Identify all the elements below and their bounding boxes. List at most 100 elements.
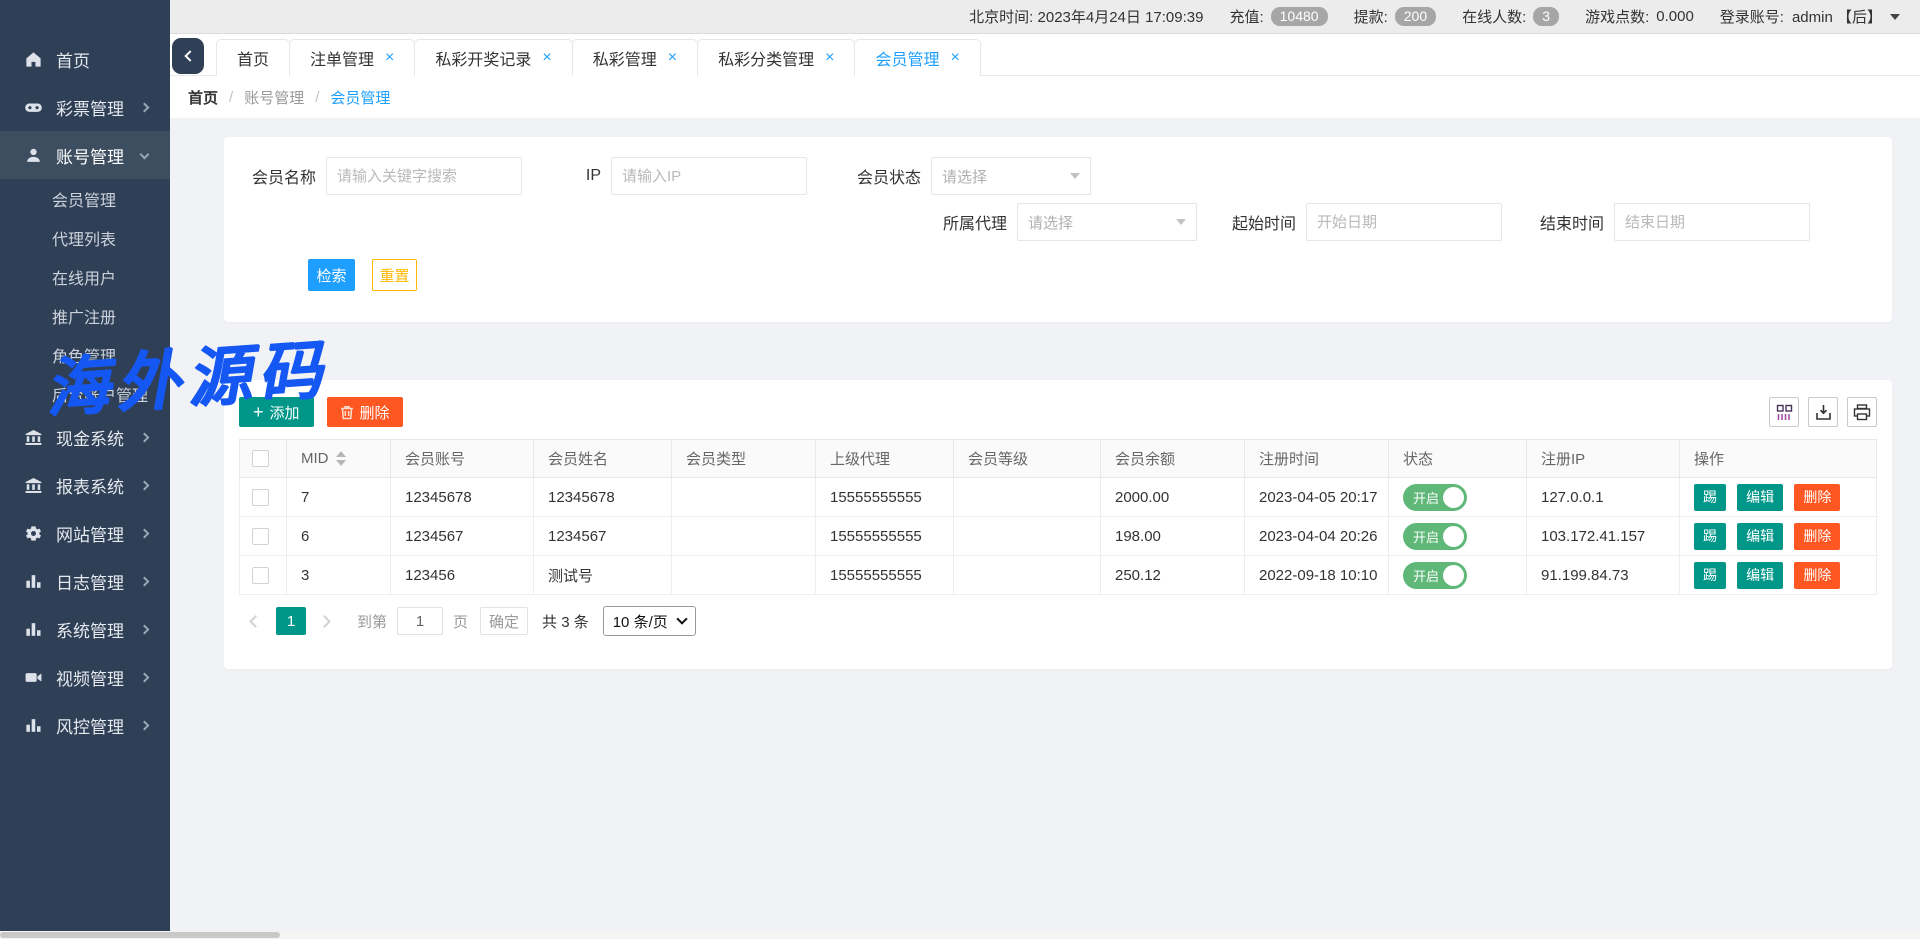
login-account-value: admin 【后】 [1792,6,1882,27]
tab-members[interactable]: 会员管理× [854,39,980,76]
row-checkbox[interactable] [252,489,269,506]
table-row: 3 123456 测试号 15555555555 250.12 2022-09-… [240,556,1877,595]
sidebar-item-video-admin[interactable]: 视频管理 [0,653,170,701]
edit-button[interactable]: 编辑 [1737,484,1783,511]
prev-page-button[interactable] [248,614,262,628]
goto-confirm-button[interactable]: 确定 [480,607,528,635]
sidebar-item-members[interactable]: 会员管理 [0,179,170,218]
scrollbar-thumb[interactable] [0,932,280,938]
sidebar-item-report-system[interactable]: 报表系统 [0,461,170,509]
delete-row-button[interactable]: 删除 [1794,523,1840,550]
sidebar-item-label: 现金系统 [56,425,124,450]
sidebar-item-lottery[interactable]: 彩票管理 [0,83,170,131]
filter-columns-button[interactable] [1769,397,1799,427]
sidebar-item-system-admin[interactable]: 系统管理 [0,605,170,653]
table-header-row: MID 会员账号 会员姓名 会员类型 上级代理 会员等级 会员余额 注册时间 状… [240,440,1877,478]
member-status-select[interactable]: 请选择 [931,157,1091,195]
sidebar-item-backend-accounts[interactable]: 后台账户管理 [0,374,170,413]
user-icon [24,146,43,165]
select-all-checkbox[interactable] [252,450,269,467]
ip-input[interactable] [611,157,807,195]
cell-account: 123456 [391,556,534,595]
status-toggle[interactable]: 开启 [1403,484,1467,511]
start-time-label: 起始时间 [1224,210,1296,234]
end-date-input[interactable] [1614,203,1810,241]
row-checkbox[interactable] [252,528,269,545]
sidebar-item-log-admin[interactable]: 日志管理 [0,557,170,605]
member-name-input[interactable] [326,157,522,195]
sidebar-collapse-button[interactable] [172,38,204,74]
tab-lottery-draw-records[interactable]: 私彩开奖记录× [414,39,572,76]
cell-mid: 3 [287,556,391,595]
search-button[interactable]: 检索 [308,259,355,291]
edit-button[interactable]: 编辑 [1737,523,1783,550]
kick-button[interactable]: 踢 [1694,523,1726,550]
stat-withdraw: 提款: 200 [1354,6,1437,27]
goto-page-input[interactable] [397,607,443,635]
toggle-knob [1443,526,1464,547]
breadcrumb-accounts[interactable]: 账号管理 [244,87,304,108]
cell-balance: 198.00 [1101,517,1245,556]
cell-account: 1234567 [391,517,534,556]
col-agent: 上级代理 [816,440,954,478]
next-page-button[interactable] [320,614,334,628]
kick-button[interactable]: 踢 [1694,484,1726,511]
close-icon[interactable]: × [825,49,834,67]
row-checkbox[interactable] [252,567,269,584]
reset-button[interactable]: 重置 [372,259,417,291]
cell-regip: 127.0.0.1 [1527,478,1680,517]
tab-bet-orders[interactable]: 注单管理× [289,39,415,76]
start-date-input[interactable] [1306,203,1502,241]
sidebar-item-label: 风控管理 [56,713,124,738]
status-toggle[interactable]: 开启 [1403,523,1467,550]
sidebar-item-cash-system[interactable]: 现金系统 [0,413,170,461]
delete-selected-button[interactable]: 删除 [327,397,403,427]
edit-button[interactable]: 编辑 [1737,562,1783,589]
goto-label: 到第 [357,611,387,632]
add-member-button[interactable]: + 添加 [239,397,314,427]
horizontal-scrollbar[interactable] [0,931,1920,939]
sidebar-submenu: 会员管理 代理列表 在线用户 推广注册 角色管理 后台账户管理 [0,179,170,413]
sidebar-item-home[interactable]: 首页 [0,35,170,83]
agent-select[interactable]: 请选择 [1017,203,1197,241]
kick-button[interactable]: 踢 [1694,562,1726,589]
page-size-select[interactable]: 10 条/页 [603,606,696,636]
online-badge: 3 [1533,7,1559,26]
cell-regip: 91.199.84.73 [1527,556,1680,595]
breadcrumb-current[interactable]: 会员管理 [330,87,390,108]
chevron-right-icon [140,672,150,682]
sidebar-item-risk-admin[interactable]: 风控管理 [0,701,170,749]
breadcrumb-home[interactable]: 首页 [188,87,218,108]
export-button[interactable] [1808,397,1838,427]
toggle-knob [1443,487,1464,508]
sidebar-item-online-users[interactable]: 在线用户 [0,257,170,296]
delete-row-button[interactable]: 删除 [1794,562,1840,589]
close-icon[interactable]: × [950,49,959,67]
close-icon[interactable]: × [668,49,677,67]
close-icon[interactable]: × [542,49,551,67]
sidebar-item-roles[interactable]: 角色管理 [0,335,170,374]
table-tools [1760,397,1877,427]
page-unit-label: 页 [453,611,468,632]
filter-panel: 会员名称 IP 会员状态 请选择 所属代理 请选择 [224,137,1892,322]
sidebar-item-website-admin[interactable]: 网站管理 [0,509,170,557]
sidebar-item-accounts[interactable]: 账号管理 [0,131,170,179]
close-icon[interactable]: × [385,49,394,67]
current-page[interactable]: 1 [276,607,306,635]
login-account-menu[interactable]: 登录账号: admin 【后】 [1720,6,1900,27]
print-button[interactable] [1847,397,1877,427]
breadcrumb-separator: / [229,89,233,106]
stat-recharge: 充值: 10480 [1229,6,1327,27]
sidebar-item-agents[interactable]: 代理列表 [0,218,170,257]
bank-icon [24,476,43,495]
sort-icon[interactable] [336,451,346,466]
delete-row-button[interactable]: 删除 [1794,484,1840,511]
plus-icon: + [253,403,264,421]
sidebar-item-label: 首页 [56,47,90,72]
cell-account: 12345678 [391,478,534,517]
status-toggle[interactable]: 开启 [1403,562,1467,589]
tab-lottery-category[interactable]: 私彩分类管理× [697,39,855,76]
sidebar-item-promo-register[interactable]: 推广注册 [0,296,170,335]
tab-home[interactable]: 首页 [216,39,290,76]
tab-lottery-admin[interactable]: 私彩管理× [572,39,698,76]
